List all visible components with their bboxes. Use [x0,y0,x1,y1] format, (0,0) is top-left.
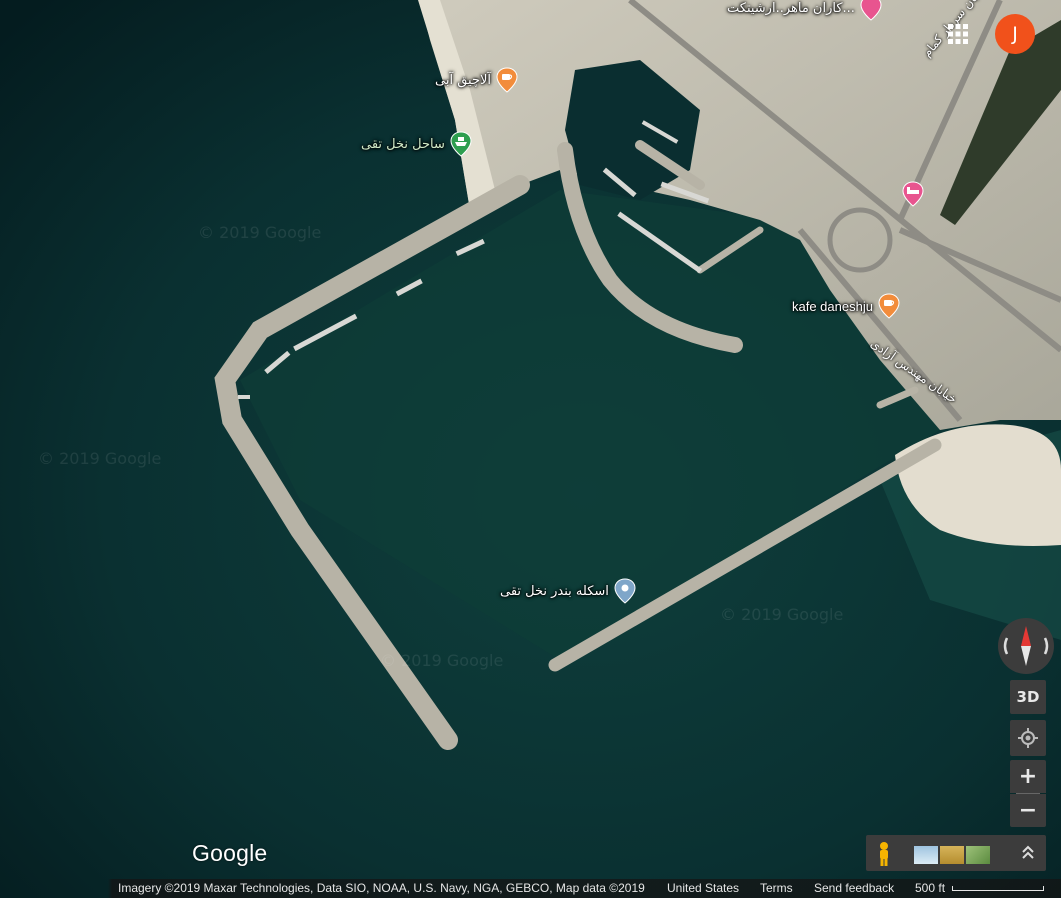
map-watermark: © 2019 Google [38,449,162,468]
imagery-attribution: Imagery ©2019 Maxar Technologies, Data S… [118,881,645,895]
traffic-layer-thumb[interactable] [940,846,964,864]
zoom-in-button[interactable]: + [1010,760,1046,793]
poi-cafe-alachiq[interactable]: آلاچیق آبی [435,67,518,93]
chevron-up-icon[interactable] [1018,842,1038,864]
send-feedback-link[interactable]: Send feedback [814,881,894,895]
poi-label: کاران ماهر..ارشیتکت... [727,0,855,16]
shop-pin-icon [860,0,882,21]
compass-icon[interactable] [997,616,1055,676]
layer-thumbnails[interactable] [914,846,990,864]
location-pin-icon [614,578,636,604]
cafe-pin-icon [496,67,518,93]
attribution-bar: Imagery ©2019 Maxar Technologies, Data S… [0,879,1061,898]
scale-bar [952,886,1044,891]
poi-hotel[interactable] [902,181,924,207]
country-link[interactable]: United States [667,881,739,895]
satellite-layer-thumb[interactable] [966,846,990,864]
poi-label: kafe daneshju [792,298,873,314]
map-watermark: © 2019 Google [380,651,504,670]
terms-link[interactable]: Terms [760,881,793,895]
apps-grid-icon[interactable] [946,22,970,46]
hotel-pin-icon [902,181,924,207]
map-watermark: © 2019 Google [720,605,844,624]
poi-pier-eskele[interactable]: اسکله بندر نخل تقی [500,578,636,604]
poi-label: اسکله بندر نخل تقی [500,583,609,599]
map-watermark: © 2019 Google [198,223,322,242]
my-location-button[interactable] [1010,720,1046,756]
terrain-layer-thumb[interactable] [914,846,938,864]
poi-beach-sahel[interactable]: ساحل نخل تقی [361,131,472,157]
ferry-pin-icon [450,131,472,157]
scale-label: 500 ft [915,881,946,895]
poi-label: آلاچیق آبی [435,72,492,88]
3d-toggle-button[interactable]: 3D [1010,680,1046,714]
cafe-pin-icon [878,293,900,319]
account-avatar[interactable]: J [995,14,1035,54]
pegman-icon[interactable] [874,841,894,867]
poi-label: ساحل نخل تقی [361,136,445,152]
my-location-icon [1018,728,1038,748]
poi-kafe-daneshju[interactable]: kafe daneshju [792,293,900,319]
poi-shop-top[interactable]: کاران ماهر..ارشیتکت... [727,0,882,21]
zoom-out-button[interactable]: − [1010,794,1046,827]
google-logo: Google [192,840,268,866]
